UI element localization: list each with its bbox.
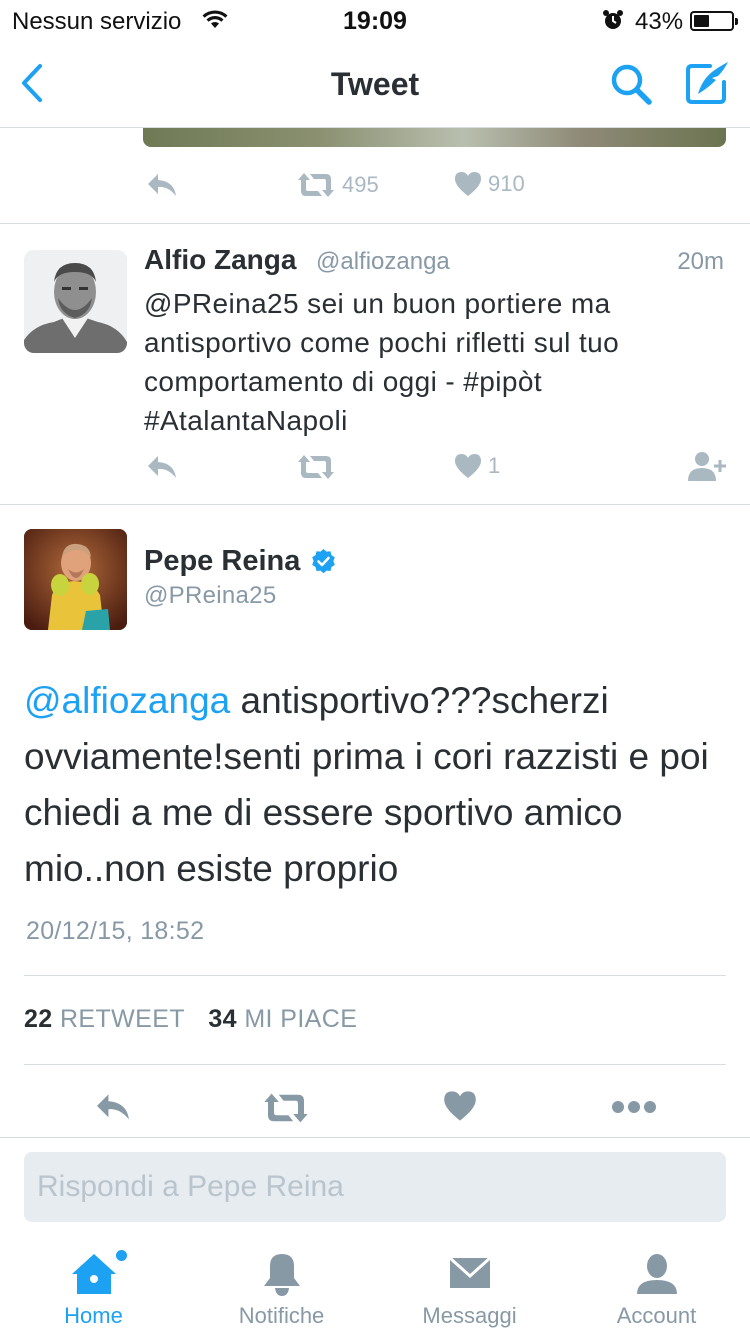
reply-input[interactable] [24, 1152, 726, 1222]
tab-label: Home [64, 1303, 123, 1328]
add-user-icon [688, 452, 726, 481]
compose-button[interactable] [682, 58, 732, 108]
tweet-text-line: antisportivo come pochi rifletti sul tuo [144, 327, 620, 358]
tweet-text-line: @PReina25 sei un buon portiere ma [144, 288, 611, 319]
like-button[interactable]: 1 [454, 453, 500, 479]
divider [0, 223, 750, 224]
reply-button[interactable] [146, 453, 178, 481]
person-icon [635, 1252, 679, 1301]
author-handle[interactable]: @alfiozanga [316, 248, 450, 276]
tab-label: Notifiche [238, 1303, 325, 1328]
more-button[interactable] [611, 1099, 657, 1115]
retweet-icon [298, 173, 334, 197]
status-bar: Nessun servizio 19:09 43% [0, 0, 750, 40]
retweet-button[interactable] [296, 453, 336, 481]
like-count: 910 [488, 171, 525, 196]
reply-tweet-actions: 1 [0, 446, 750, 490]
heart-icon [444, 1091, 476, 1121]
tab-notifications[interactable]: Notifiche [188, 1244, 375, 1334]
reply-icon [148, 456, 176, 478]
author-name-row[interactable]: Pepe Reina [144, 545, 337, 578]
tab-home[interactable]: Home [0, 1244, 187, 1334]
heart-icon [455, 454, 481, 478]
reply-button[interactable] [146, 171, 178, 199]
mention-link[interactable]: @alfiozanga [24, 680, 230, 721]
like-button[interactable] [443, 1090, 477, 1122]
bell-icon [262, 1252, 302, 1303]
previous-tweet-media[interactable] [143, 128, 726, 147]
tab-account[interactable]: Account [563, 1244, 750, 1334]
follow-button[interactable] [687, 450, 727, 482]
verified-badge-icon [312, 549, 336, 574]
retweet-label[interactable]: RETWEET [60, 1005, 185, 1033]
search-icon [611, 64, 652, 105]
like-label[interactable]: MI PIACE [244, 1005, 357, 1033]
more-dots-icon [612, 1101, 656, 1113]
tweet-date: 20/12/15, 18:52 [26, 917, 205, 945]
retweet-icon [298, 455, 334, 479]
avatar[interactable] [24, 529, 127, 630]
tab-label: Messaggi [422, 1303, 517, 1328]
tab-messages[interactable]: Messaggi [376, 1244, 563, 1334]
tweet-time: 20m [677, 248, 724, 275]
author-name[interactable]: Alfio Zanga [144, 244, 296, 276]
compose-icon [686, 62, 728, 104]
tweet-text-line: #AtalantaNapoli [144, 405, 348, 436]
tweet-text-line: comportamento di oggi - #pipòt [144, 366, 542, 397]
retweet-count: 495 [342, 172, 379, 197]
reply-button[interactable] [94, 1091, 132, 1123]
retweet-button[interactable] [262, 1091, 310, 1125]
notification-dot [116, 1250, 127, 1261]
tab-label: Account [616, 1303, 697, 1328]
avatar[interactable] [24, 250, 127, 353]
reply-box [24, 1152, 726, 1222]
tweet-text: @PReina25 sei un buon portiere ma antisp… [144, 284, 729, 440]
heart-icon [455, 172, 481, 196]
retweet-button[interactable]: 495 [296, 171, 379, 199]
home-icon [70, 1252, 118, 1301]
like-count[interactable]: 34 [208, 1005, 237, 1033]
nav-bar: Tweet [0, 40, 750, 128]
battery-percent: 43% [635, 8, 684, 35]
retweet-count[interactable]: 22 [24, 1005, 53, 1033]
previous-tweet-actions: 495 910 [0, 165, 750, 209]
like-count: 1 [488, 453, 501, 478]
divider [0, 1137, 750, 1138]
divider [24, 975, 726, 976]
divider [0, 504, 750, 505]
alarm-icon [602, 9, 624, 36]
tweet-stats: 22 RETWEET 34 MI PIACE [24, 1005, 373, 1034]
retweet-icon [264, 1093, 308, 1123]
tab-bar: Home Notifiche Messaggi Account [0, 1244, 750, 1334]
reply-icon [97, 1094, 129, 1120]
envelope-icon [448, 1252, 492, 1297]
tweet-text: @alfiozanga antisportivo???scherzi ovvia… [24, 673, 724, 897]
author-name[interactable]: Pepe Reina [144, 545, 300, 578]
search-button[interactable] [606, 60, 656, 110]
reply-icon [148, 174, 176, 196]
divider [24, 1064, 726, 1065]
main-tweet-actions [0, 1085, 750, 1131]
author-handle[interactable]: @PReina25 [144, 582, 276, 610]
battery-icon [690, 11, 738, 31]
like-button[interactable]: 910 [454, 171, 525, 197]
